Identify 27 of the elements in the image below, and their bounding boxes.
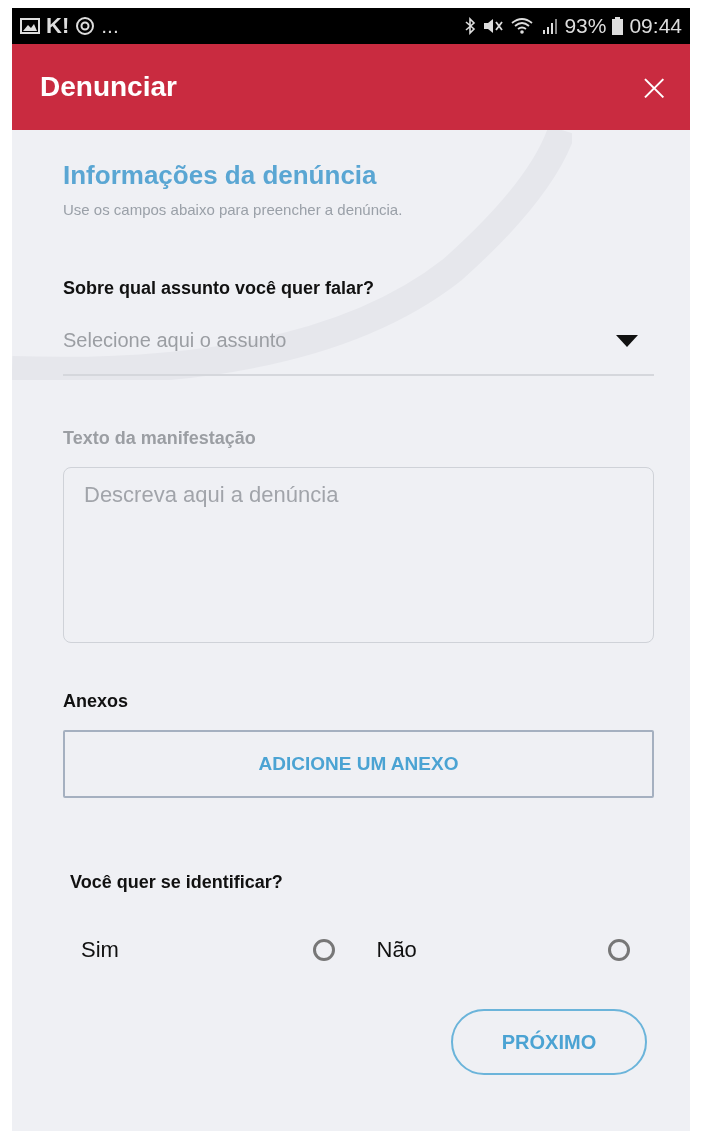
image-icon xyxy=(20,18,40,34)
clock: 09:44 xyxy=(629,14,682,38)
mute-icon xyxy=(482,17,505,35)
battery-percent: 93% xyxy=(564,14,607,38)
message-label: Texto da manifestação xyxy=(63,428,257,449)
add-attachment-button[interactable]: ADICIONE UM ANEXO xyxy=(63,730,654,798)
message-field[interactable]: Descreva aqui a denúncia xyxy=(63,467,654,643)
section-title: Informações da denúncia xyxy=(63,160,378,191)
radio-button[interactable] xyxy=(608,939,630,961)
radio-label: Sim xyxy=(81,937,119,963)
more-notifications: ... xyxy=(101,14,119,38)
subject-dropdown[interactable]: Selecione aqui o assunto xyxy=(63,299,654,376)
section-subtitle: Use os campos abaixo para preencher a denúncia. xyxy=(63,201,404,218)
bluetooth-icon xyxy=(464,17,477,35)
target-icon xyxy=(75,16,96,36)
battery-icon xyxy=(612,17,624,35)
identify-question: Você quer se identificar? xyxy=(70,872,284,893)
attachments-label: Anexos xyxy=(63,691,130,712)
signal-icon xyxy=(542,17,559,35)
question-label: Sobre qual assunto você quer falar? xyxy=(63,278,376,299)
radio-button[interactable] xyxy=(312,939,335,961)
close-button[interactable]: × xyxy=(632,68,676,106)
page-title: Denunciar xyxy=(40,71,177,103)
dropdown-caret-icon xyxy=(616,334,638,347)
next-button[interactable]: PRÓXIMO xyxy=(451,1009,647,1075)
app-notification-label: K! xyxy=(46,13,70,39)
radio-label: Não xyxy=(376,937,417,963)
